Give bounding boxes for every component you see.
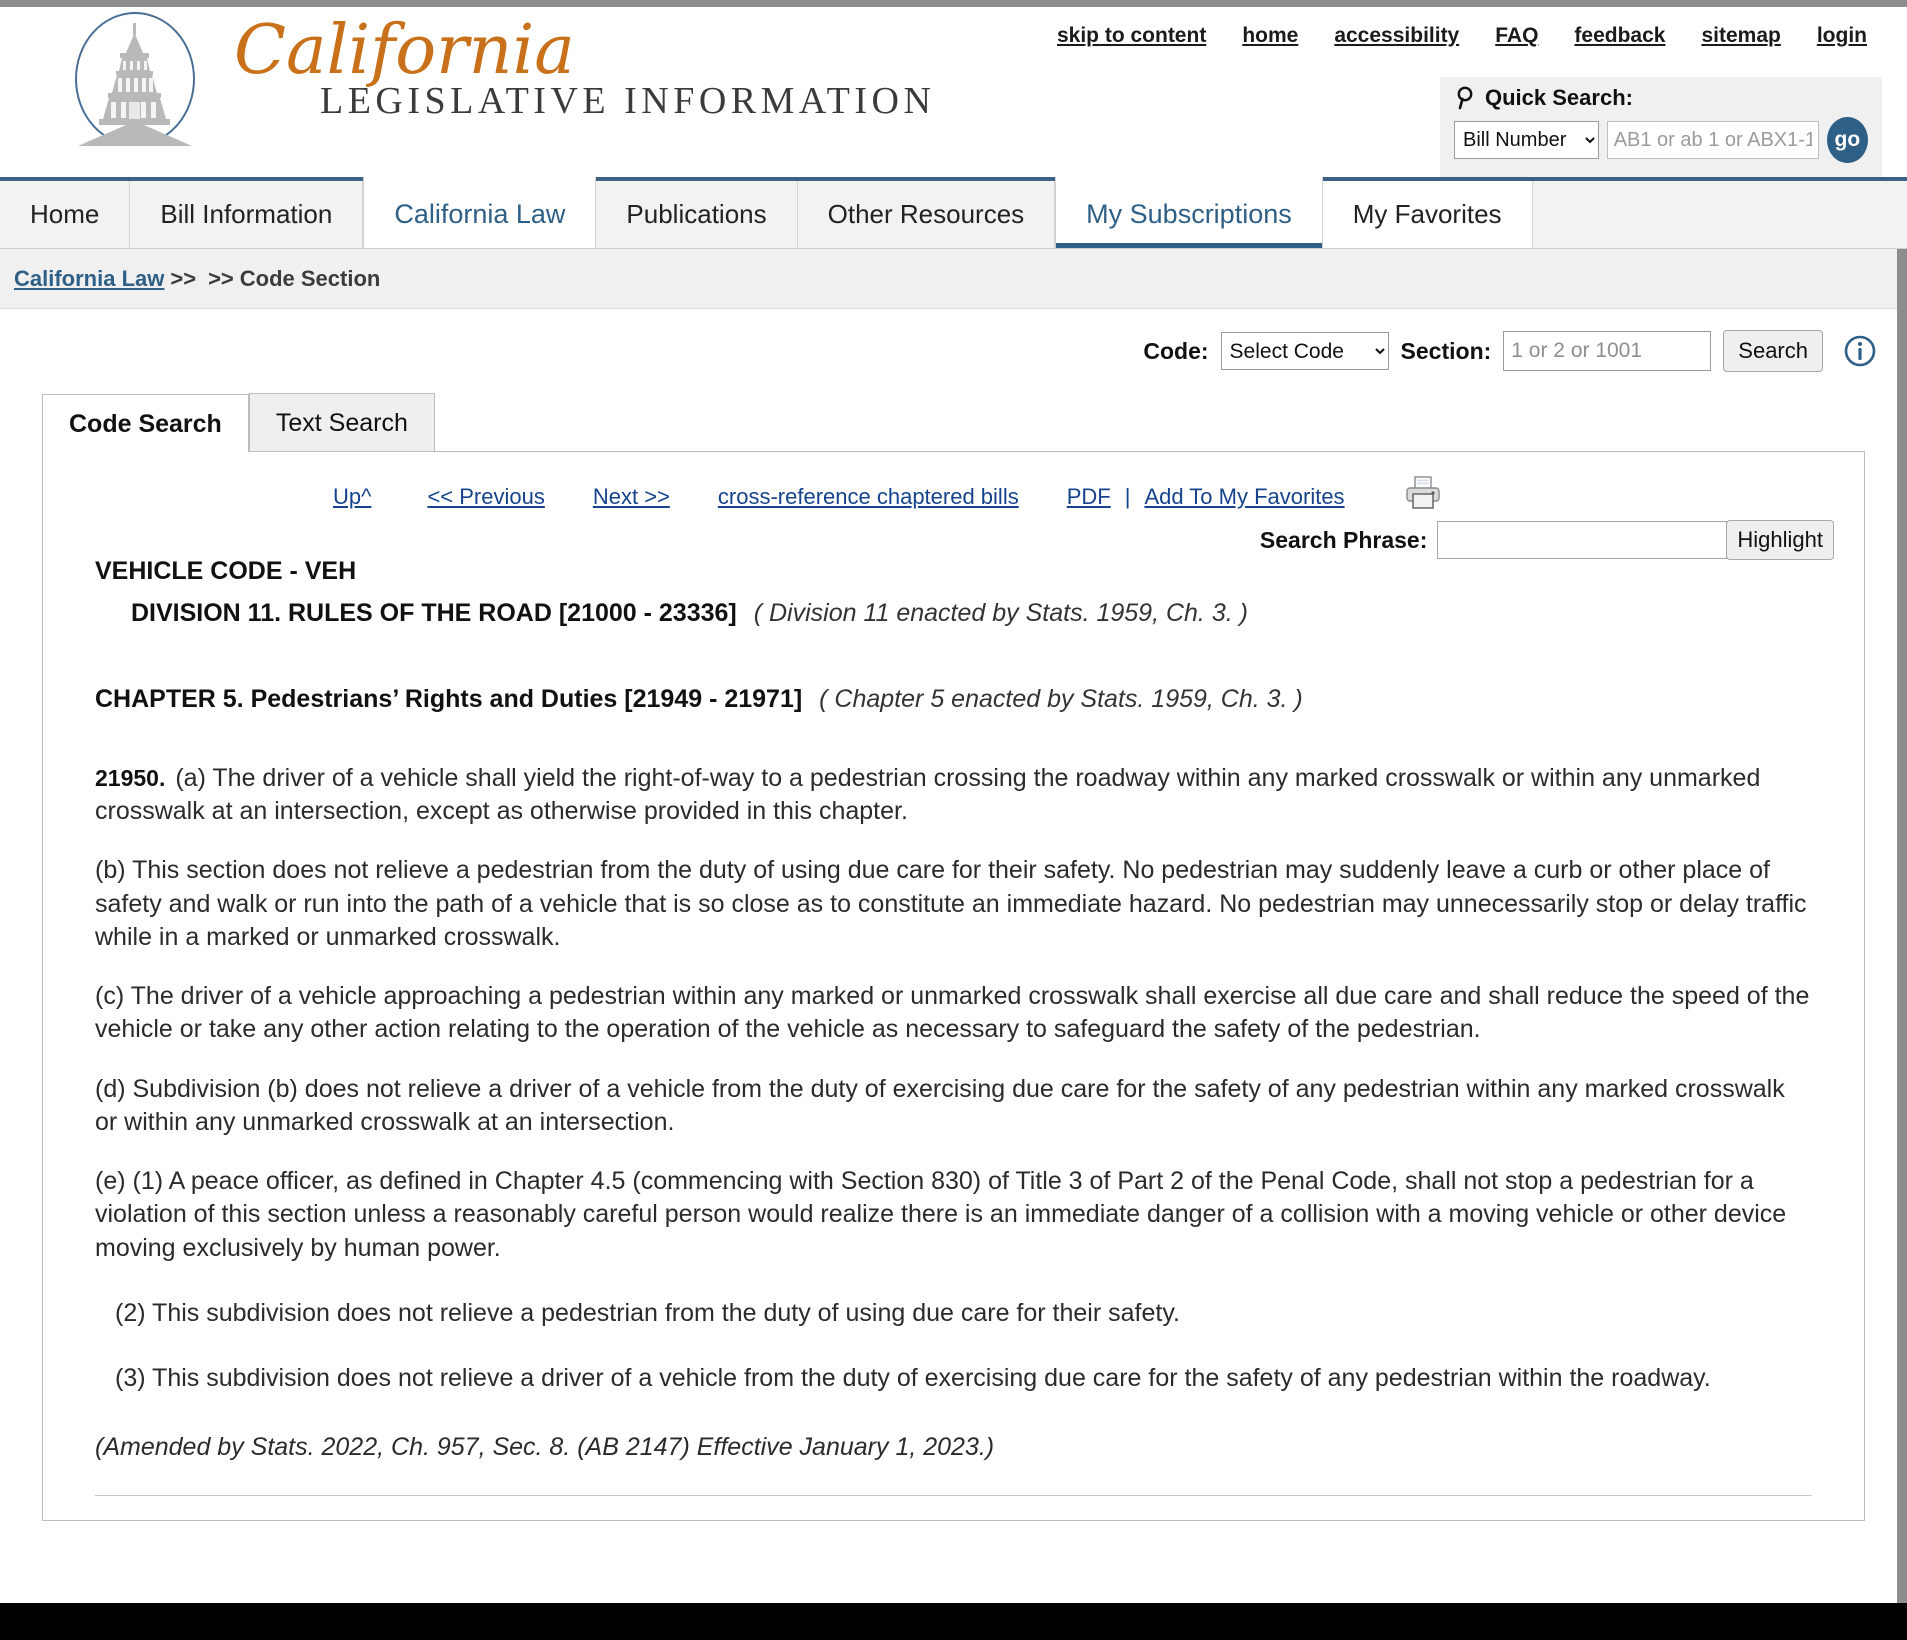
page-root: California LEGISLATIVE INFORMATION skip … [0,0,1907,1640]
law-chapter-note: ( Chapter 5 enacted by Stats. 1959, Ch. … [819,684,1303,713]
search-icon [1457,86,1473,110]
tab-code-search[interactable]: Code Search [42,394,249,452]
printer-icon [1405,476,1440,509]
nav-tab-other-resources[interactable]: Other Resources [798,181,1056,248]
code-label: Code: [1143,337,1209,364]
quick-search-controls: Bill Number go [1454,117,1868,163]
document-toolbar: Up^ << Previous Next >> cross-reference … [43,452,1864,560]
link-sitemap[interactable]: sitemap [1701,24,1780,48]
quick-search-panel: Quick Search: Bill Number go [1440,77,1882,177]
section-label: Section: [1400,337,1492,364]
nav-filler [1533,181,1907,248]
utility-links: skip to content home accessibility FAQ f… [1057,24,1867,48]
highlight-button[interactable]: Highlight [1726,520,1834,560]
quick-search-type-select[interactable]: Bill Number [1454,121,1599,159]
top-gray-strip [0,0,1907,7]
site-header: California LEGISLATIVE INFORMATION skip … [0,7,1907,177]
quick-search-input[interactable] [1606,121,1819,159]
quick-search-title-row: Quick Search: [1454,85,1868,111]
law-division-note: ( Division 11 enacted by Stats. 1959, Ch… [753,599,1248,628]
quick-search-label: Quick Search: [1485,85,1633,110]
law-section-number: 21950. [95,764,166,791]
link-next[interactable]: Next >> [593,484,670,510]
link-up[interactable]: Up^ [333,484,371,510]
search-phrase-row: Search Phrase: Highlight [1260,520,1834,560]
nav-tab-publications[interactable]: Publications [596,181,798,248]
wordmark: California LEGISLATIVE INFORMATION [224,17,935,123]
code-search-button[interactable]: Search [1723,330,1823,372]
link-faq[interactable]: FAQ [1495,24,1538,48]
nav-tab-home[interactable]: Home [0,181,131,248]
law-paragraph-e2: (2) This subdivision does not relieve a … [115,1298,1180,1327]
law-citation: (Amended by Stats. 2022, Ch. 957, Sec. 8… [95,1433,995,1462]
wordmark-subtitle: LEGISLATIVE INFORMATION [320,80,936,122]
code-section-search-bar: Code: Select Code Section: Search [0,309,1907,393]
law-paragraph-e3: (3) This subdivision does not relieve a … [115,1364,1711,1392]
link-cross-reference-chaptered-bills[interactable]: cross-reference chaptered bills [718,484,1019,510]
breadcrumb-current: Code Section [239,265,381,291]
nav-tab-my-favorites[interactable]: My Favorites [1322,181,1533,248]
nav-tab-my-subscriptions[interactable]: My Subscriptions [1055,177,1323,248]
link-login[interactable]: login [1817,24,1867,48]
document-toolbar-links: Up^ << Previous Next >> cross-reference … [333,474,1443,519]
law-division-text: DIVISION 11. RULES OF THE ROAD [21000 - … [131,599,737,628]
law-paragraph-b: (b) This section does not relieve a pede… [95,856,1807,951]
toolbar-divider: | [1124,483,1131,509]
print-button[interactable] [1403,474,1443,519]
nav-tab-california-law[interactable]: California Law [363,177,597,248]
link-previous[interactable]: << Previous [427,484,544,510]
link-skip-to-content[interactable]: skip to content [1057,24,1206,48]
wordmark-script: California [234,11,575,90]
breadcrumb-separator-2: >> [208,265,234,291]
breadcrumb-separator-1: >> [170,265,197,291]
tab-text-search[interactable]: Text Search [248,393,435,451]
law-paragraph-a: 21950. (a) The driver of a vehicle shall … [95,762,1812,829]
law-division-heading: DIVISION 11. RULES OF THE ROAD [21000 - … [131,597,1812,630]
link-pdf[interactable]: PDF [1067,484,1111,510]
link-feedback[interactable]: feedback [1574,24,1665,48]
breadcrumb: California Law >> >> Code Section [0,249,1907,309]
law-paragraph-c: (c) The driver of a vehicle approaching … [95,982,1810,1044]
search-phrase-input[interactable] [1437,521,1728,559]
site-logo[interactable]: California LEGISLATIVE INFORMATION [60,9,935,159]
search-mode-tabs: Code Search Text Search [42,393,1865,452]
bottom-black-strip [0,1603,1907,1640]
nav-tab-bill-information[interactable]: Bill Information [130,181,364,248]
law-chapter-text: CHAPTER 5. Pedestrians’ Rights and Dutie… [95,684,803,713]
link-add-to-my-favorites[interactable]: Add To My Favorites [1144,484,1344,510]
info-circle-icon[interactable] [1843,334,1877,368]
section-input[interactable] [1503,331,1712,371]
search-phrase-label: Search Phrase: [1259,526,1428,553]
code-select[interactable]: Select Code [1220,332,1389,370]
main-navigation: Home Bill Information California Law Pub… [0,177,1907,249]
result-panel: Up^ << Previous Next >> cross-reference … [42,451,1865,1521]
law-chapter-heading: CHAPTER 5. Pedestrians’ Rights and Dutie… [95,683,1812,716]
law-paragraph-d: (d) Subdivision (b) does not relieve a d… [95,1074,1785,1136]
link-home[interactable]: home [1242,24,1298,48]
content-area: Code Search Text Search Up^ << Previous … [42,393,1865,1521]
law-paragraph-text: (a) The driver of a vehicle shall yield … [95,763,1761,825]
link-accessibility[interactable]: accessibility [1334,24,1459,48]
law-text-body: VEHICLE CODE - VEH DIVISION 11. RULES OF… [43,519,1864,1496]
law-paragraph-e1: (e) (1) A peace officer, as defined in C… [95,1167,1787,1262]
capitol-dome-icon [75,12,195,146]
quick-search-go-button[interactable]: go [1826,117,1868,163]
breadcrumb-root-link[interactable]: California Law [14,266,164,292]
law-bottom-divider [95,1494,1812,1496]
